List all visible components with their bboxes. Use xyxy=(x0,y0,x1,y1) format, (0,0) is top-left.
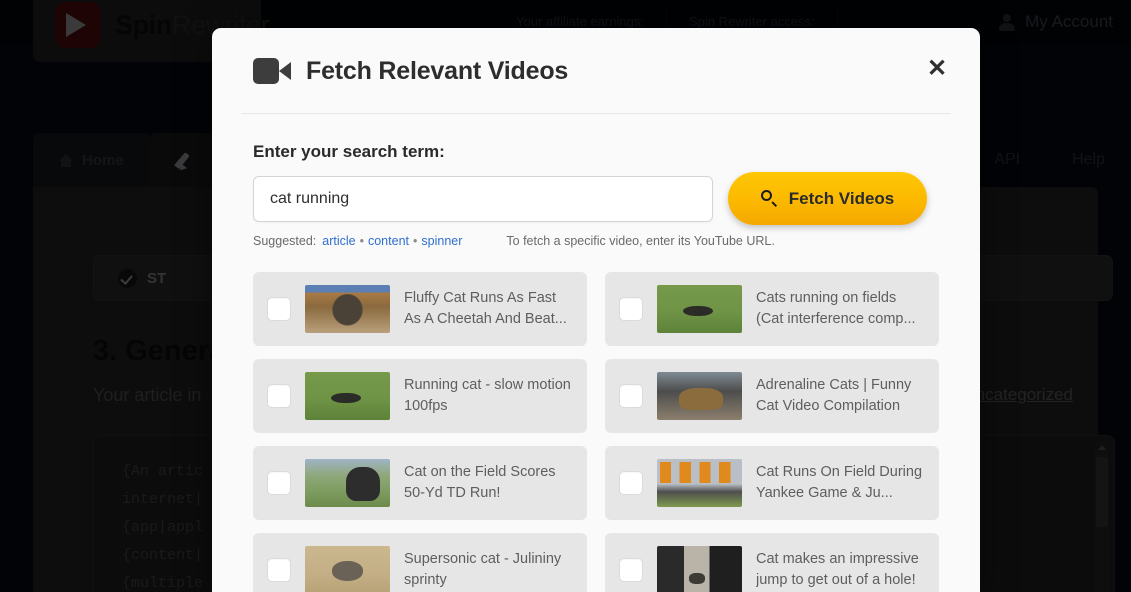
video-select-checkbox[interactable] xyxy=(619,558,643,582)
modal-body: Enter your search term: Fetch Videos Sug… xyxy=(212,142,980,592)
video-result-card[interactable]: Cat on the Field Scores 50-Yd TD Run! xyxy=(253,446,587,520)
video-result-card[interactable]: Fluffy Cat Runs As Fast As A Cheetah And… xyxy=(253,272,587,346)
video-thumbnail xyxy=(657,546,742,592)
close-icon[interactable]: ✕ xyxy=(924,56,950,82)
modal-header: Fetch Relevant Videos ✕ xyxy=(212,28,980,114)
suggested-term-content[interactable]: content xyxy=(368,234,409,248)
video-camera-icon xyxy=(253,58,291,84)
video-title: Cat makes an impressive jump to get out … xyxy=(756,551,919,588)
video-select-checkbox[interactable] xyxy=(267,471,291,495)
youtube-url-hint: To fetch a specific video, enter its You… xyxy=(506,234,775,248)
video-result-card[interactable]: Cat makes an impressive jump to get out … xyxy=(605,533,939,592)
suggested-term-article[interactable]: article xyxy=(322,234,355,248)
video-thumbnail xyxy=(657,285,742,333)
video-thumbnail xyxy=(657,459,742,507)
fetch-videos-label: Fetch Videos xyxy=(788,188,895,208)
video-results-grid: Fluffy Cat Runs As Fast As A Cheetah And… xyxy=(253,272,939,592)
video-select-checkbox[interactable] xyxy=(267,297,291,321)
video-title: Cats running on fields (Cat interference… xyxy=(756,290,916,327)
suggested-separator-2: • xyxy=(413,234,418,248)
video-select-checkbox[interactable] xyxy=(619,297,643,321)
video-select-checkbox[interactable] xyxy=(267,384,291,408)
video-result-card[interactable]: Cat Runs On Field During Yankee Game & J… xyxy=(605,446,939,520)
video-title: Adrenaline Cats | Funny Cat Video Compil… xyxy=(756,377,912,414)
suggested-separator-1: • xyxy=(359,234,364,248)
video-title: Running cat - slow motion 100fps xyxy=(404,377,571,414)
video-thumbnail xyxy=(305,372,390,420)
video-select-checkbox[interactable] xyxy=(619,471,643,495)
search-icon xyxy=(760,190,778,207)
search-input[interactable] xyxy=(253,176,713,222)
video-result-card[interactable]: Running cat - slow motion 100fps xyxy=(253,359,587,433)
fetch-videos-button[interactable]: Fetch Videos xyxy=(728,172,927,225)
video-thumbnail xyxy=(305,459,390,507)
video-result-card[interactable]: Supersonic cat - Julininy sprinty xyxy=(253,533,587,592)
search-row: Fetch Videos xyxy=(253,172,939,225)
modal-title: Fetch Relevant Videos xyxy=(306,56,569,85)
video-result-card[interactable]: Adrenaline Cats | Funny Cat Video Compil… xyxy=(605,359,939,433)
video-thumbnail xyxy=(305,546,390,592)
video-title: Cat on the Field Scores 50-Yd TD Run! xyxy=(404,464,556,501)
video-title: Supersonic cat - Julininy sprinty xyxy=(404,551,562,588)
video-title: Fluffy Cat Runs As Fast As A Cheetah And… xyxy=(404,290,567,327)
search-term-label: Enter your search term: xyxy=(253,142,445,161)
fetch-relevant-videos-modal: Fetch Relevant Videos ✕ Enter your searc… xyxy=(212,28,980,592)
suggested-label: Suggested: xyxy=(253,234,317,248)
video-thumbnail xyxy=(657,372,742,420)
video-result-card[interactable]: Cats running on fields (Cat interference… xyxy=(605,272,939,346)
video-select-checkbox[interactable] xyxy=(267,558,291,582)
suggestions-row: Suggested: article • content • spinner T… xyxy=(253,234,939,248)
video-select-checkbox[interactable] xyxy=(619,384,643,408)
suggested-term-spinner[interactable]: spinner xyxy=(421,234,462,248)
video-thumbnail xyxy=(305,285,390,333)
video-title: Cat Runs On Field During Yankee Game & J… xyxy=(756,464,923,501)
